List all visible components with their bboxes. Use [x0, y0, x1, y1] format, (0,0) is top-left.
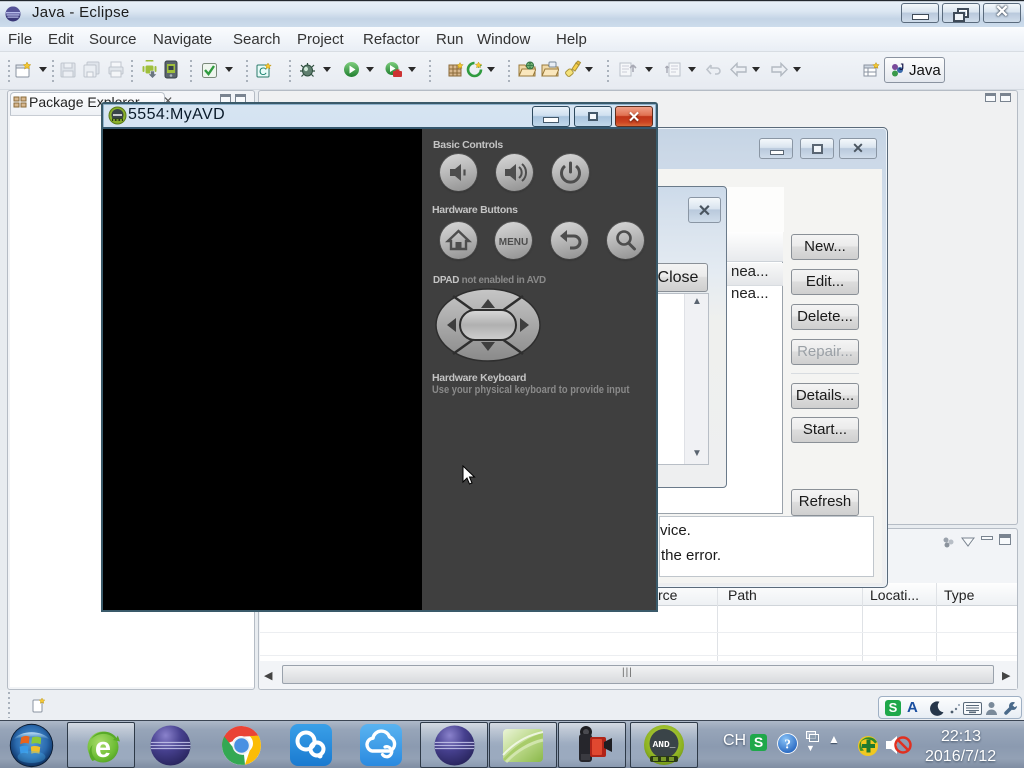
svg-text:MENU: MENU: [499, 237, 528, 248]
svg-text:C: C: [259, 66, 267, 78]
svg-text:?: ?: [784, 736, 791, 751]
svg-text:e: e: [95, 732, 111, 764]
svg-text:J: J: [899, 62, 904, 72]
svg-text:AND_: AND_: [653, 739, 676, 750]
